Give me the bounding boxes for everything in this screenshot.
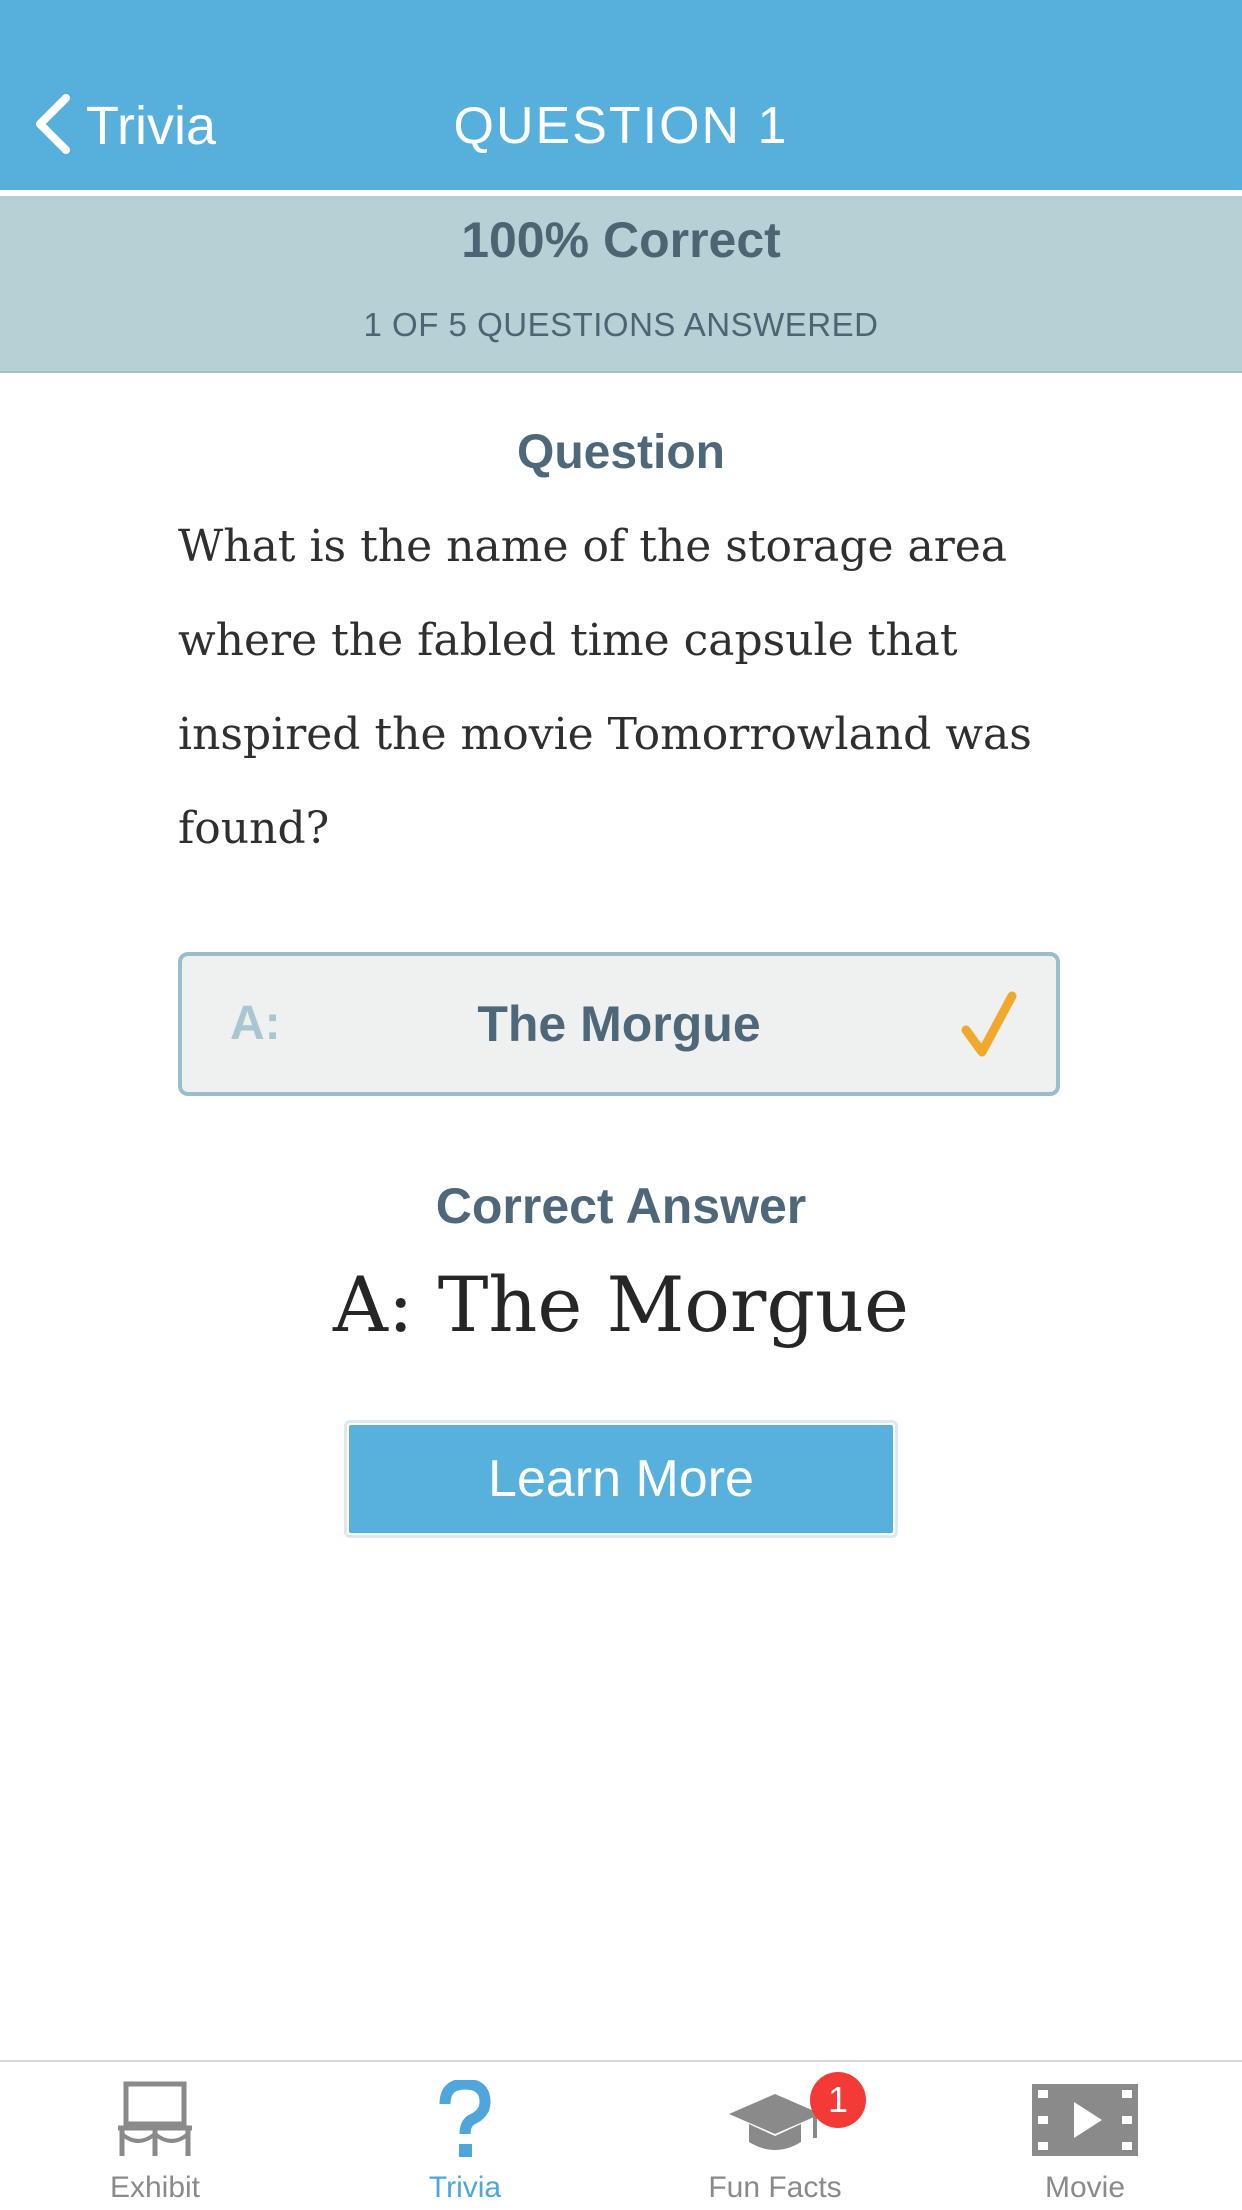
correct-answer-heading: Correct Answer — [435, 1178, 807, 1234]
question-text: What is the name of the storage area whe… — [178, 521, 1032, 854]
correct-answer-value: A: The Morgue — [333, 1260, 909, 1349]
tab-trivia-label: Trivia — [428, 2171, 502, 2204]
film-play-icon — [1030, 2080, 1140, 2165]
tab-exhibit-label: Exhibit — [109, 2171, 201, 2204]
exhibit-icon — [110, 2080, 200, 2165]
checkmark-icon — [960, 990, 1018, 1058]
answer-option-text: The Morgue — [477, 996, 761, 1052]
answer-option-a[interactable]: A: The Morgue — [178, 952, 1060, 1096]
tab-trivia[interactable]: Trivia — [310, 2062, 620, 2208]
tab-fun-facts[interactable]: Fun Facts — [620, 2062, 930, 2208]
notification-badge: 1 — [810, 2072, 866, 2128]
page-title: QUESTION 1 — [453, 97, 789, 155]
tab-fun-facts-label: Fun Facts — [708, 2171, 842, 2204]
question-mark-icon — [435, 2078, 495, 2165]
tab-movie-label: Movie — [1044, 2171, 1126, 2204]
score-percent: 100% Correct — [461, 212, 781, 268]
questions-answered-count: 1 OF 5 QUESTIONS ANSWERED — [363, 306, 879, 343]
tab-exhibit[interactable]: Exhibit — [0, 2062, 310, 2208]
learn-more-button[interactable]: Learn More — [349, 1425, 893, 1533]
question-heading: Question — [516, 426, 725, 479]
tab-movie[interactable]: Movie — [930, 2062, 1240, 2208]
